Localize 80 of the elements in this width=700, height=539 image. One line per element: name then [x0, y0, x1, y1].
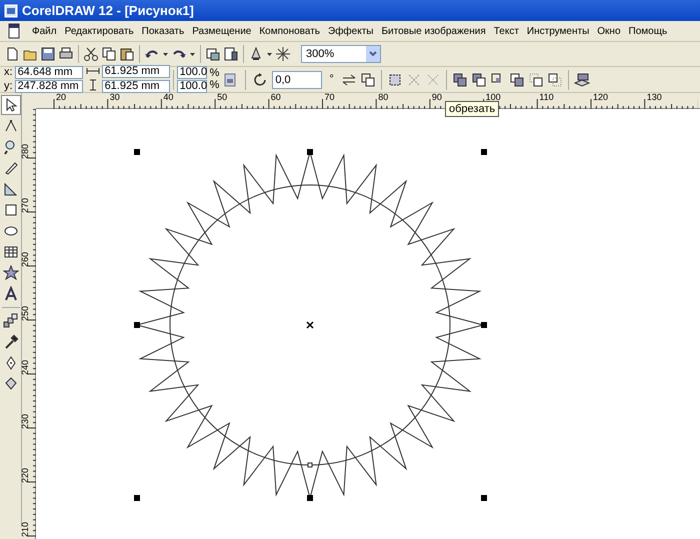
ruler-label: 220 — [21, 468, 30, 484]
menu-item[interactable]: Редактировать — [60, 24, 138, 38]
paste-icon[interactable] — [119, 46, 135, 62]
window-title: CorelDRAW 12 - [Рисунок1] — [22, 2, 194, 20]
field-label: y: — [4, 81, 13, 92]
ruler-label: 40 — [163, 93, 174, 102]
value-field[interactable]: 64.648 mm — [14, 66, 83, 79]
center-mark-icon — [306, 321, 314, 329]
ruler-label: 20 — [56, 93, 66, 102]
zoom-field[interactable]: 300% — [301, 45, 381, 63]
menu-item[interactable]: Инструменты — [522, 24, 594, 38]
combine-icon[interactable] — [360, 72, 376, 88]
value-field[interactable]: 100.0 — [176, 80, 207, 93]
menu-item[interactable]: Окно — [593, 24, 625, 38]
ruler-label: 270 — [21, 198, 30, 214]
selection-handle[interactable] — [307, 149, 313, 155]
lock-icon[interactable] — [222, 72, 238, 88]
tooltip: обрезать — [445, 101, 500, 117]
ruler-label: 260 — [21, 252, 30, 268]
tool-button[interactable] — [0, 95, 20, 115]
mirror-icon[interactable] — [340, 72, 357, 88]
document-icon — [8, 23, 20, 39]
ruler-label: 280 — [21, 144, 30, 160]
value-field[interactable]: 100.0 — [176, 66, 207, 79]
menu-item[interactable]: Компоновать — [255, 24, 324, 38]
menu-item[interactable]: Битовые изображения — [377, 24, 490, 38]
ruler-label: 230 — [21, 414, 30, 430]
percent-sign: % — [210, 80, 220, 91]
ruler-label: 120 — [593, 93, 608, 102]
blend-tool-icon — [2, 313, 18, 329]
simplify-icon[interactable] — [508, 72, 525, 88]
copy-icon[interactable] — [101, 46, 117, 62]
menu-item[interactable]: Файл — [28, 24, 61, 38]
node-marker — [308, 462, 312, 468]
degree-sign: ° — [329, 72, 334, 88]
selection-handle[interactable] — [481, 495, 487, 501]
selection-handle[interactable] — [134, 149, 140, 155]
tool-button[interactable] — [0, 263, 20, 283]
selection-handle[interactable] — [307, 495, 313, 501]
star-tool-icon — [2, 265, 18, 281]
ruler-label: 70 — [324, 93, 335, 102]
value-field[interactable]: 61.925 mm — [102, 80, 170, 93]
shape-tool-icon — [2, 118, 18, 134]
menu-item[interactable]: Размещение — [188, 24, 256, 38]
ruler-label: 90 — [432, 93, 442, 102]
width-icon — [86, 67, 100, 75]
save-icon[interactable] — [40, 46, 56, 62]
selection-handle[interactable] — [481, 322, 487, 328]
menu-item[interactable]: Помощь — [624, 24, 672, 38]
front-minus-back-icon[interactable] — [528, 72, 544, 88]
ruler-label: 250 — [21, 306, 30, 322]
weld-icon[interactable] — [452, 72, 468, 88]
app-icon — [4, 4, 18, 18]
value-field[interactable]: 247.828 mm — [14, 80, 83, 93]
cut-icon[interactable] — [83, 46, 99, 62]
ruler-label: 240 — [21, 360, 30, 376]
selection-handle[interactable] — [481, 149, 487, 155]
ruler-label: 80 — [378, 93, 388, 102]
trim-icon[interactable] — [470, 72, 487, 88]
ruler-label: 50 — [217, 93, 228, 102]
back-minus-front-icon[interactable] — [546, 72, 563, 88]
selection-handle[interactable] — [134, 495, 140, 501]
field-label: x: — [4, 67, 13, 78]
selection-handle[interactable] — [134, 322, 140, 328]
ruler-label: 110 — [539, 93, 554, 102]
menu-item[interactable]: Эффекты — [324, 24, 378, 38]
value-field[interactable]: 61.925 mm — [102, 64, 170, 78]
angle-field[interactable]: 0,0 — [272, 70, 322, 88]
text-tool-icon — [2, 286, 18, 302]
graph-paper-icon — [2, 244, 18, 260]
menu-item[interactable]: Показать — [138, 24, 188, 38]
ruler-label: 30 — [110, 93, 120, 102]
ruler-label: 210 — [21, 522, 30, 538]
freehand-tool-icon — [2, 160, 18, 176]
ruler-label: 100 — [486, 93, 501, 102]
ruler-label: 60 — [270, 93, 281, 102]
ruler-label: 130 — [646, 93, 662, 102]
percent-sign: % — [210, 68, 220, 79]
rectangle-tool-icon — [2, 202, 18, 218]
menu-item[interactable]: Текст — [490, 24, 523, 38]
